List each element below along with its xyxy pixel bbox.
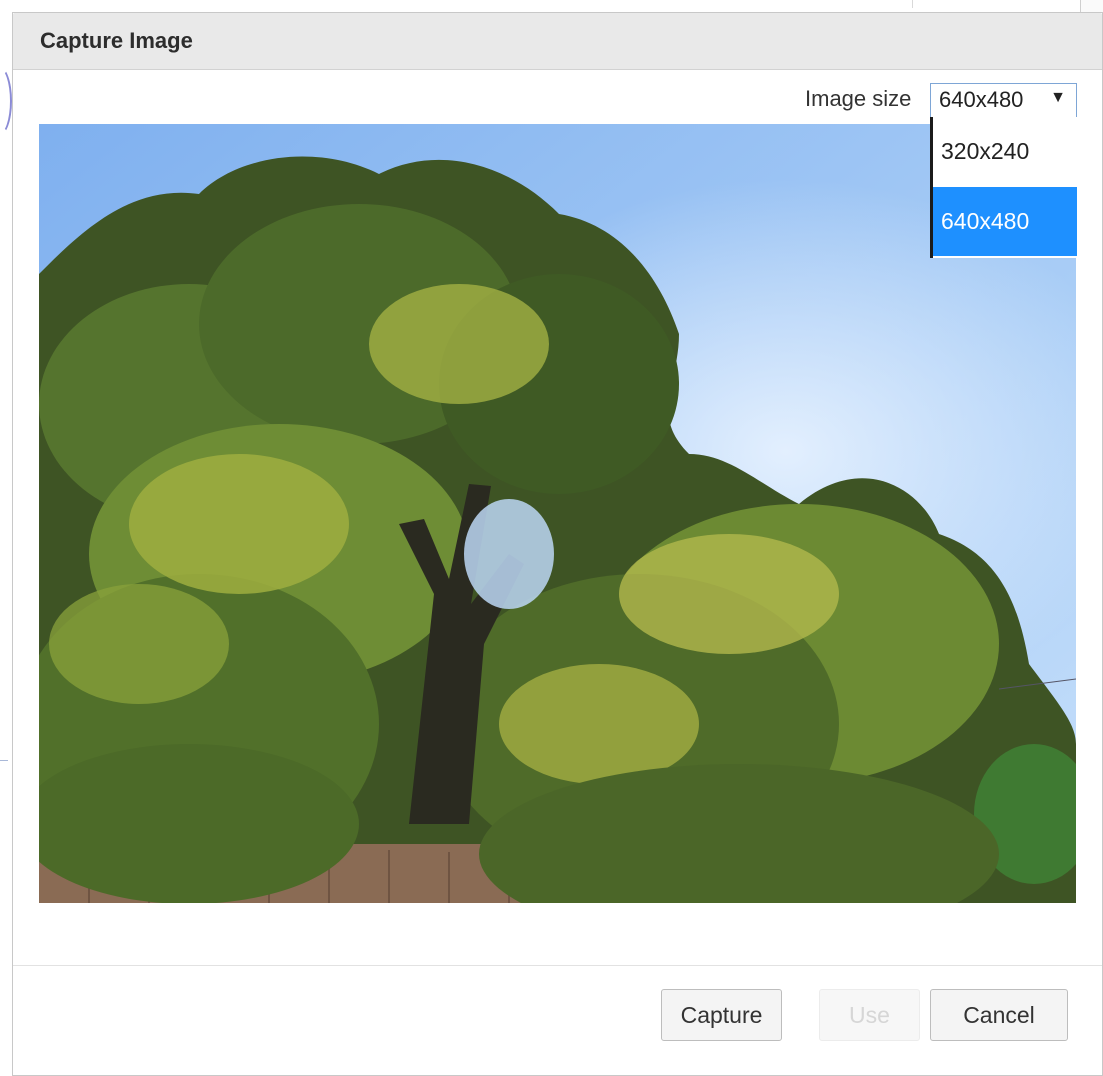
capture-button[interactable]: Capture [661, 989, 782, 1041]
footer-divider [13, 965, 1102, 966]
background-arc [0, 66, 12, 136]
use-button[interactable]: Use [819, 989, 920, 1041]
cancel-button[interactable]: Cancel [930, 989, 1068, 1041]
image-size-selected-value: 640x480 [939, 87, 1024, 112]
background-divider [912, 0, 913, 8]
triangle-down-icon: ▼ [1050, 89, 1066, 106]
image-size-label: Image size [805, 86, 912, 111]
dialog-title: Capture Image [40, 28, 193, 53]
dropdown-option-640x480[interactable]: 640x480 [933, 187, 1077, 256]
camera-preview-image [39, 124, 1076, 903]
background-tick [0, 760, 8, 761]
capture-image-dialog: Capture Image Image size 640x480 ▼ 320x2… [12, 12, 1103, 1076]
image-size-dropdown-list: 320x240 640x480 [930, 117, 1077, 258]
dialog-header[interactable]: Capture Image [13, 13, 1102, 70]
dropdown-option-320x240[interactable]: 320x240 [933, 117, 1077, 186]
image-size-select[interactable]: 640x480 ▼ [930, 83, 1077, 118]
